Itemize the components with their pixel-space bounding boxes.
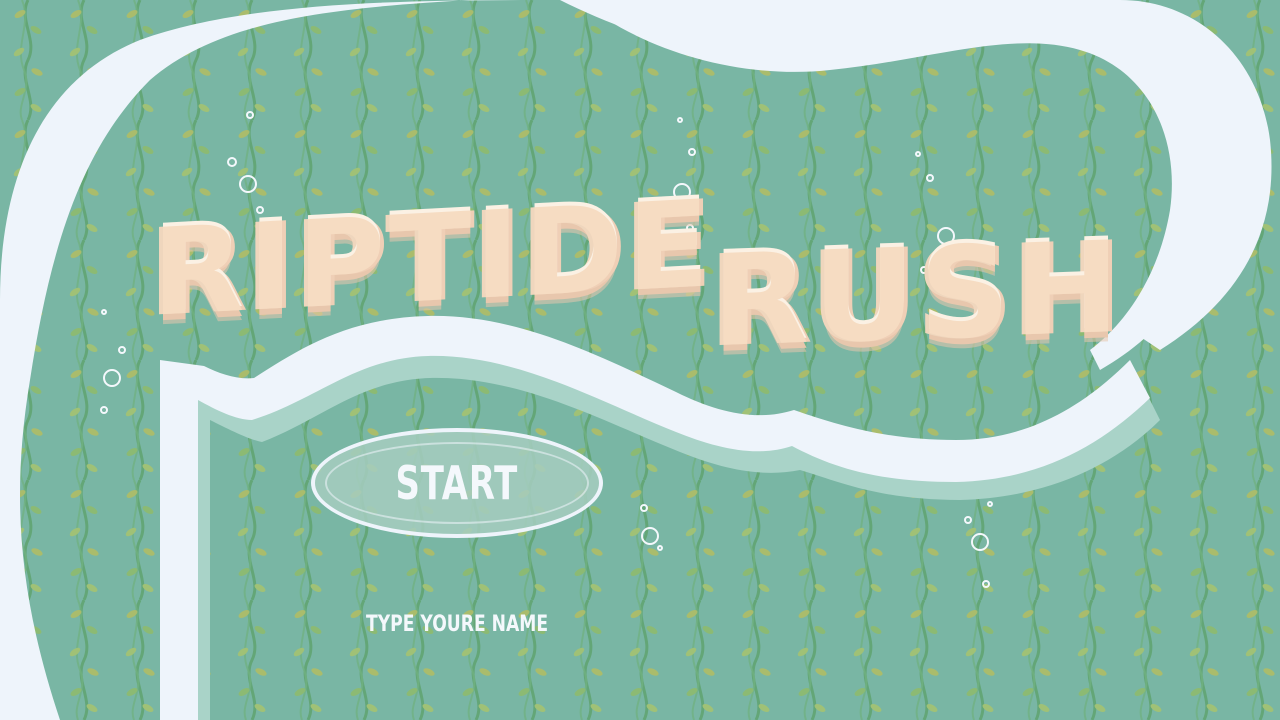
start-button-label: START <box>395 456 519 510</box>
game-title-word-2: RUSH <box>712 213 1124 376</box>
game-title-word-1: RIPTIDE <box>152 175 714 344</box>
name-entry-prompt[interactable]: TYPE YOURE NAME <box>366 612 548 637</box>
title-screen: RIPTIDE RUSH START TYPE YOURE NAME <box>0 0 1280 720</box>
start-button[interactable]: START <box>311 428 603 538</box>
